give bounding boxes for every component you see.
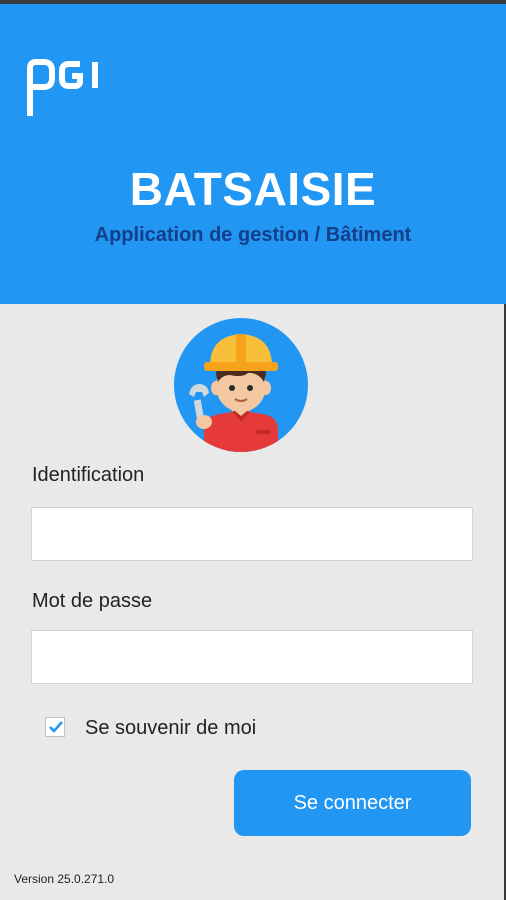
- identification-label: Identification: [32, 464, 145, 486]
- checkmark-icon: [49, 721, 63, 733]
- app-title: BATSAISIE: [129, 163, 377, 215]
- password-input[interactable]: [31, 630, 473, 684]
- remember-me-checkbox[interactable]: [45, 717, 65, 737]
- app-subtitle: Application de gestion / Bâtiment: [94, 224, 412, 246]
- version-text: Version 25.0.271.0: [14, 872, 115, 886]
- construction-worker-icon: [174, 318, 308, 452]
- password-label: Mot de passe: [32, 590, 153, 612]
- remember-me-label: Se souvenir de moi: [85, 717, 257, 739]
- header-banner: BATSAISIE Application de gestion / Bâtim…: [0, 4, 506, 304]
- pgi-logo: [27, 59, 98, 116]
- identification-input[interactable]: [31, 507, 473, 561]
- login-button[interactable]: Se connecter: [234, 770, 471, 836]
